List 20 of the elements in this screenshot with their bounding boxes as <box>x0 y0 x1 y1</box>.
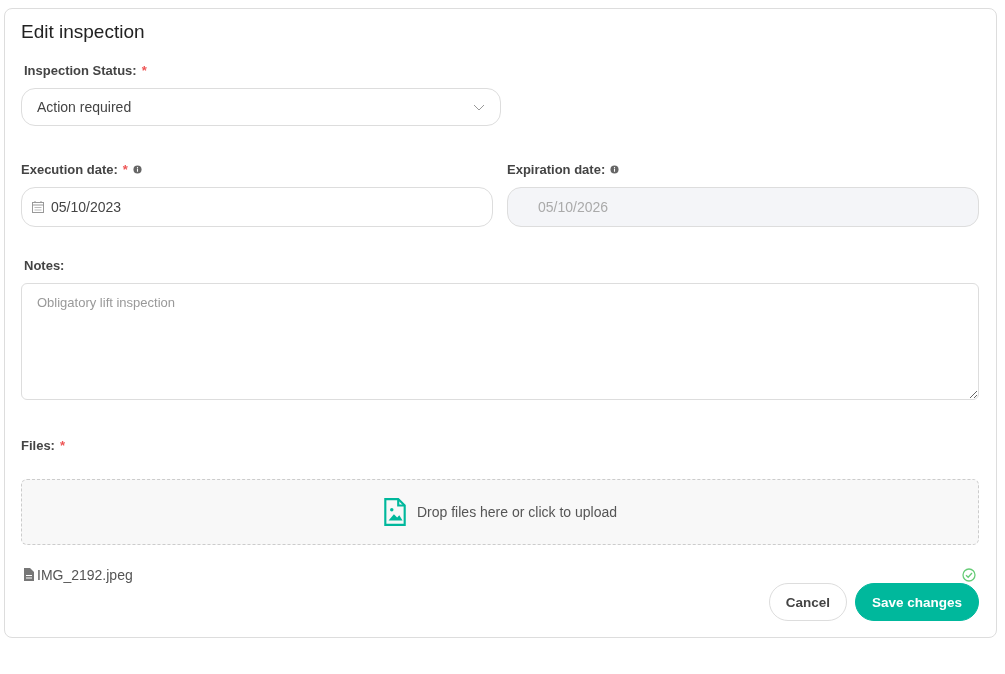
dropzone-text: Drop files here or click to upload <box>417 503 617 520</box>
date-field[interactable]: 05/10/2023 <box>21 187 493 228</box>
chevron-down-icon <box>473 103 485 111</box>
cancel-button[interactable]: Cancel <box>768 583 847 621</box>
date-field: 05/10/2026 <box>507 187 979 228</box>
field-label: Expiration date: <box>507 162 606 178</box>
field-label: Files: <box>21 437 55 453</box>
file-name: IMG_2192.jpeg <box>37 567 133 583</box>
required-asterisk: * <box>59 437 66 453</box>
required-asterisk: * <box>141 63 147 78</box>
field-label: Execution date: <box>21 162 118 178</box>
field-label: Notes: <box>24 258 65 274</box>
notes-field[interactable]: Obligatory lift inspection <box>21 283 979 400</box>
document-icon <box>24 568 34 582</box>
image-file-icon <box>383 497 407 526</box>
field-label: Inspection Status: <box>24 63 137 78</box>
status-dropdown[interactable]: Action required <box>21 88 501 127</box>
upload-dropzone[interactable]: Drop files here or click to upload <box>21 478 979 545</box>
required-asterisk: * <box>122 162 128 178</box>
dialog-title: Edit inspection <box>21 21 146 43</box>
